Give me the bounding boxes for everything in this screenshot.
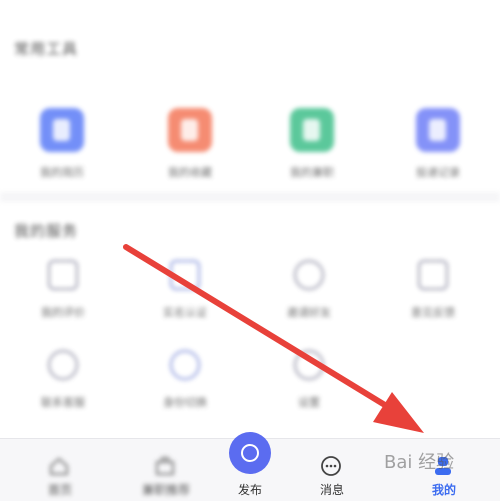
annotation-arrow-icon xyxy=(123,244,424,433)
watermark-text: Bai 经验 xyxy=(384,452,455,473)
